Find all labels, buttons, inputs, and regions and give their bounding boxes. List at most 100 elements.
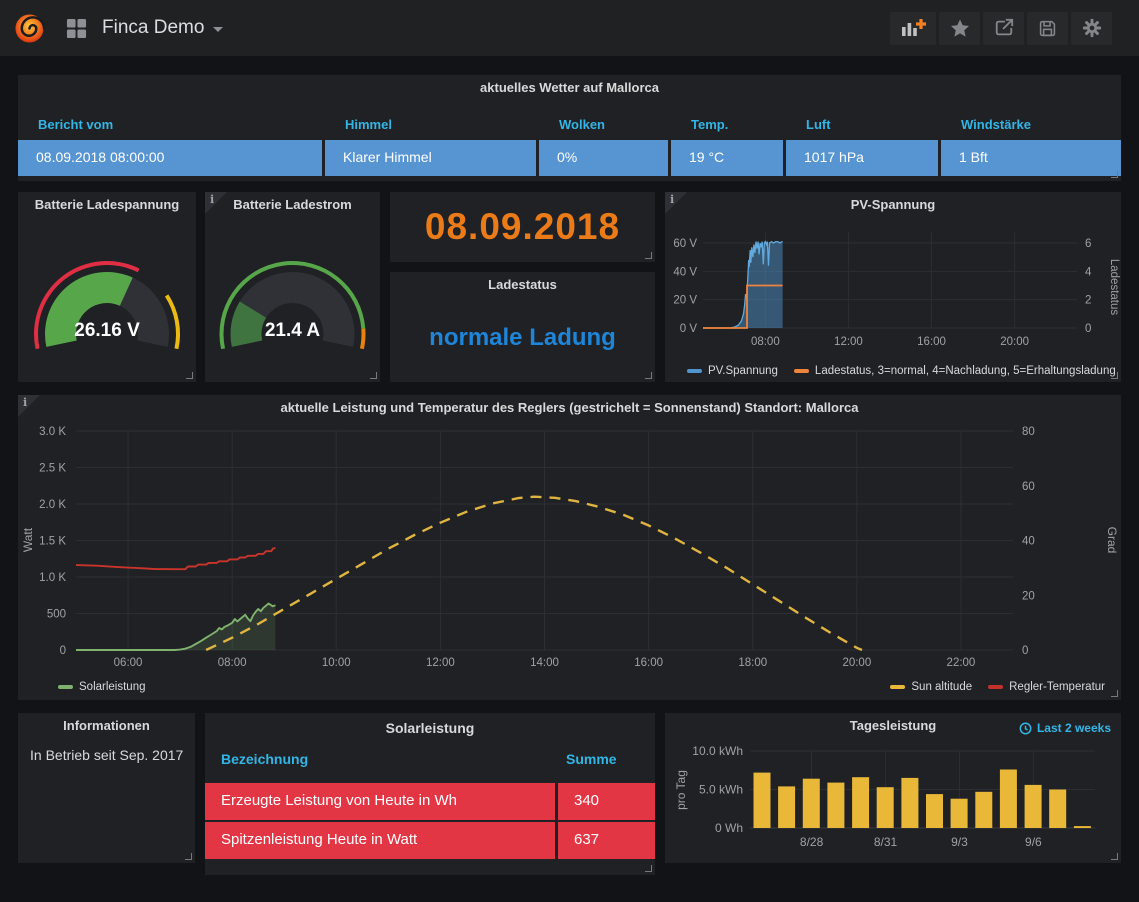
axis-tick-label: 08:00 (751, 336, 780, 348)
daily-output-chart: 8/288/319/39/60 Wh5.0 kWh10.0 kWhpro Tag (665, 713, 1121, 863)
legend-label: Solarleistung (79, 681, 145, 693)
daily-output-panel: Tagesleistung Last 2 weeks 8/288/319/39/… (665, 713, 1121, 863)
share-icon (994, 18, 1014, 38)
grafana-logo-icon[interactable] (14, 13, 45, 44)
ladestatus-value: normale Ladung (390, 324, 655, 352)
legend-swatch (890, 685, 905, 689)
bar (926, 794, 943, 828)
axis-tick-label: 40 (1022, 536, 1035, 548)
panel-resize-handle[interactable] (645, 252, 652, 259)
solar-row-value: 637 (558, 822, 655, 859)
dashboard-picker-icon[interactable] (66, 18, 87, 39)
weather-header-cell[interactable]: Luft (786, 113, 938, 137)
dashboard-title-dropdown[interactable]: Finca Demo (102, 17, 223, 39)
bar (827, 783, 844, 828)
save-button[interactable] (1027, 12, 1068, 45)
legend-label: Sun altitude (911, 681, 972, 693)
bar (901, 778, 918, 828)
panel-resize-handle[interactable] (185, 853, 192, 860)
weather-header-cell[interactable]: Windstärke (941, 113, 1121, 137)
axis-tick-label: 22:00 (947, 657, 976, 669)
axis-tick-label: 80 (1022, 426, 1035, 438)
panel-resize-handle[interactable] (370, 372, 377, 379)
navbar: Finca Demo (0, 0, 1139, 56)
weather-value-cell: 19 °C (671, 140, 783, 176)
axis-tick-label: 60 (1022, 481, 1035, 493)
bar (803, 779, 820, 828)
axis-tick-label: 0 (1085, 323, 1091, 335)
panel-resize-handle[interactable] (1111, 690, 1118, 697)
legend-item[interactable]: Sun altitude (890, 681, 972, 693)
axis-tick-label: 500 (47, 609, 66, 621)
main-chart-panel: i aktuelle Leistung und Temperatur des R… (18, 395, 1121, 700)
panel-resize-handle[interactable] (1111, 372, 1118, 379)
bar (1025, 785, 1042, 828)
battery-current-panel: i Batterie Ladestrom 21.4 A (205, 192, 380, 382)
date-panel: 08.09.2018 (390, 192, 655, 262)
pv-voltage-chart: 08:0012:0016:0020:000 V20 V40 V60 V0246L… (665, 192, 1121, 358)
battery-voltage-title[interactable]: Batterie Ladespannung (18, 192, 196, 218)
legend-swatch (687, 369, 702, 373)
bar (754, 773, 771, 828)
axis-tick-label: 60 V (673, 238, 697, 250)
weather-value-cell: 1017 hPa (786, 140, 938, 176)
weather-panel-title[interactable]: aktuelles Wetter auf Mallorca (18, 75, 1121, 101)
weather-header-cell[interactable]: Wolken (539, 113, 668, 137)
weather-header-cell[interactable]: Temp. (671, 113, 783, 137)
axis-tick-label: 5.0 kWh (699, 783, 743, 797)
axis-tick-label: 06:00 (114, 657, 143, 669)
axis-tick-label: 14:00 (530, 657, 559, 669)
panel-resize-handle[interactable] (186, 372, 193, 379)
axis-tick-label: 8/28 (800, 835, 824, 849)
ladestatus-title[interactable]: Ladestatus (390, 272, 655, 298)
axis-tick-label: pro Tag (674, 770, 688, 810)
legend-item[interactable]: PV.Spannung (687, 365, 778, 377)
weather-header-cell[interactable]: Himmel (325, 113, 536, 137)
solar-row-value: 340 (558, 783, 655, 820)
battery-voltage-panel: Batterie Ladespannung 26.16 V (18, 192, 196, 382)
main-chart-legend-left: Solarleistung (58, 681, 145, 693)
panel-resize-handle[interactable] (1111, 171, 1118, 178)
weather-table-header: Bericht vomHimmelWolkenTemp.LuftWindstär… (18, 113, 1121, 137)
legend-item[interactable]: Regler-Temperatur (988, 681, 1105, 693)
axis-tick-label: 20 V (673, 295, 697, 307)
axis-tick-label: 2.5 K (39, 463, 66, 475)
battery-voltage-value: 26.16 V (18, 320, 196, 342)
panel-resize-handle[interactable] (645, 372, 652, 379)
axis-tick-label: 20:00 (842, 657, 871, 669)
legend-item[interactable]: Ladestatus, 3=normal, 4=Nachladung, 5=Er… (794, 365, 1116, 377)
axis-tick-label: 9/6 (1025, 835, 1042, 849)
battery-voltage-gauge (18, 218, 196, 378)
solar-table-col-bezeichnung[interactable]: Bezeichnung (205, 751, 558, 779)
info-panel-title[interactable]: Informationen (18, 713, 195, 739)
axis-tick-label: Grad (1105, 527, 1119, 554)
add-panel-button[interactable] (890, 12, 936, 45)
axis-tick-label: 2 (1085, 295, 1091, 307)
axis-tick-label: 12:00 (834, 336, 863, 348)
battery-current-value: 21.4 A (205, 320, 380, 342)
axis-tick-label: 1.5 K (39, 536, 66, 548)
panel-resize-handle[interactable] (645, 865, 652, 872)
axis-tick-label: Ladestatus (1108, 259, 1120, 316)
battery-current-title[interactable]: Batterie Ladestrom (205, 192, 380, 218)
solar-table-title[interactable]: Solarleistung (205, 713, 655, 743)
navbar-actions (890, 12, 1112, 45)
main-chart: 06:0008:0010:0012:0014:0016:0018:0020:00… (18, 395, 1121, 675)
add-panel-icon (900, 18, 926, 38)
solar-table-row: Spitzenleistung Heute in Watt 637 (205, 822, 655, 859)
settings-button[interactable] (1071, 12, 1112, 45)
bar (778, 786, 795, 828)
axis-tick-label: 16:00 (634, 657, 663, 669)
weather-panel: aktuelles Wetter auf Mallorca Bericht vo… (18, 75, 1121, 181)
share-button[interactable] (983, 12, 1024, 45)
axis-tick-label: 18:00 (738, 657, 767, 669)
axis-tick-label: 4 (1085, 266, 1092, 278)
weather-header-cell[interactable]: Bericht vom (18, 113, 322, 137)
solar-table-header: Bezeichnung Summe (205, 751, 655, 779)
legend-label: PV.Spannung (708, 365, 778, 377)
axis-tick-label: 1.0 K (39, 572, 66, 584)
legend-item[interactable]: Solarleistung (58, 681, 145, 693)
solar-table-col-summe[interactable]: Summe (558, 751, 655, 779)
panel-resize-handle[interactable] (1111, 853, 1118, 860)
star-button[interactable] (939, 12, 980, 45)
